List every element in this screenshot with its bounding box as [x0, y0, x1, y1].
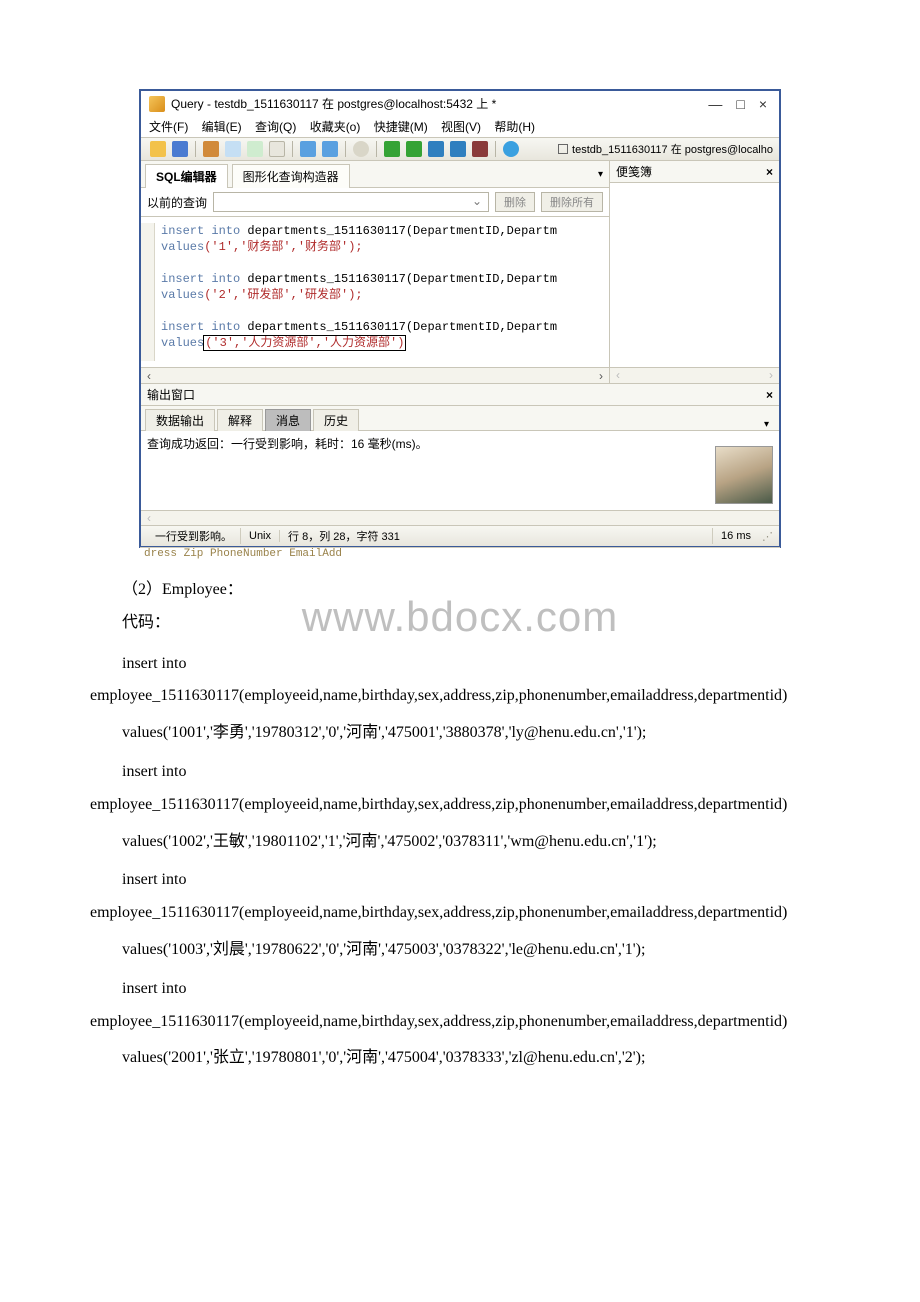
scratchpad-hscroll[interactable]: ‹›: [610, 367, 779, 383]
tab-explain[interactable]: 解释: [217, 409, 263, 431]
query-window: Query - testdb_1511630117 在 postgres@loc…: [140, 90, 780, 547]
menu-favorites[interactable]: 收藏夹(o): [310, 120, 361, 134]
document-body: www.bdocx.com （2）Employee： 代码： insert in…: [0, 560, 920, 1119]
output-tabs-dropdown-icon[interactable]: ▾: [758, 419, 775, 430]
explain-icon[interactable]: [428, 141, 444, 157]
paste-icon[interactable]: [247, 141, 263, 157]
find-icon[interactable]: [353, 141, 369, 157]
sql-editor[interactable]: insert into departments_1511630117(Depar…: [141, 217, 609, 367]
menu-view[interactable]: 视图(V): [441, 120, 481, 134]
tab-data-output[interactable]: 数据输出: [145, 409, 215, 431]
execute-icon[interactable]: [384, 141, 400, 157]
editor-tabs: SQL编辑器 图形化查询构造器 ▾: [141, 161, 609, 188]
avatar-image: [715, 446, 773, 504]
background-leak-text: dress Zip PhoneNumber EmailAdd: [140, 547, 780, 560]
copy-icon[interactable]: [225, 141, 241, 157]
sql-insert-1-cols: employee_1511630117(employeeid,name,birt…: [90, 684, 830, 709]
sql-insert-1-head: insert into: [90, 652, 830, 677]
previous-queries-label: 以前的查询: [147, 194, 207, 211]
section-employee-title: （2）Employee：: [90, 578, 830, 603]
scroll-left-icon[interactable]: ‹: [141, 369, 157, 383]
sql-insert-3-head: insert into: [90, 868, 830, 893]
tabs-dropdown-icon[interactable]: ▾: [592, 169, 609, 180]
menu-query[interactable]: 查询(Q): [255, 120, 296, 134]
menu-help[interactable]: 帮助(H): [494, 120, 535, 134]
cancel-icon[interactable]: [472, 141, 488, 157]
scroll-right-icon[interactable]: ›: [593, 369, 609, 383]
db-selector[interactable]: testdb_1511630117 在 postgres@localho: [558, 141, 773, 157]
output-hscroll[interactable]: ‹: [141, 511, 779, 525]
cut-icon[interactable]: [203, 141, 219, 157]
output-message: 查询成功返回：一行受到影响，耗时：16 毫秒(ms)。: [147, 437, 428, 451]
sql-insert-2-head: insert into: [90, 760, 830, 785]
menu-macros[interactable]: 快捷键(M): [374, 120, 428, 134]
delete-all-button[interactable]: 删除所有: [541, 192, 603, 212]
titlebar: Query - testdb_1511630117 在 postgres@loc…: [141, 91, 779, 116]
sql-insert-4-values: values('2001','张立','19780801','0','河南','…: [90, 1046, 830, 1071]
scratchpad-pane: 便笺簿 × ‹›: [609, 161, 779, 383]
editor-content: insert into departments_1511630117(Depar…: [155, 223, 557, 361]
output-tabs: 数据输出 解释 消息 历史 ▾: [141, 406, 779, 431]
delete-button[interactable]: 删除: [495, 192, 535, 212]
output-header: 输出窗口 ×: [141, 383, 779, 406]
previous-queries-row: 以前的查询 删除 删除所有: [141, 188, 609, 217]
maximize-button[interactable]: □: [736, 97, 744, 111]
scratchpad-close-icon[interactable]: ×: [766, 165, 773, 179]
menubar: 文件(F) 编辑(E) 查询(Q) 收藏夹(o) 快捷键(M) 视图(V) 帮助…: [141, 116, 779, 137]
sql-insert-1-values: values('1001','李勇','19780312','0','河南','…: [90, 721, 830, 746]
help-icon[interactable]: [503, 141, 519, 157]
scratchpad-body[interactable]: [610, 183, 779, 367]
output-close-icon[interactable]: ×: [766, 388, 773, 402]
status-position: 行 8，列 28，字符 331: [280, 528, 713, 544]
window-title: Query - testdb_1511630117 在 postgres@loc…: [171, 95, 708, 112]
db-checkbox-icon: [558, 144, 568, 154]
clear-icon[interactable]: [269, 141, 285, 157]
code-label: 代码：: [90, 611, 830, 636]
previous-queries-combo[interactable]: [213, 192, 489, 212]
close-button[interactable]: ×: [759, 97, 767, 111]
tab-messages[interactable]: 消息: [265, 409, 311, 431]
output-body: 查询成功返回：一行受到影响，耗时：16 毫秒(ms)。: [141, 431, 779, 511]
editor-hscroll[interactable]: ‹ ›: [141, 367, 609, 383]
resize-grip-icon[interactable]: ⋰: [759, 530, 773, 543]
open-icon[interactable]: [150, 141, 166, 157]
tab-graphical-builder[interactable]: 图形化查询构造器: [232, 164, 350, 188]
menu-file[interactable]: 文件(F): [149, 120, 188, 134]
toolbar: testdb_1511630117 在 postgres@localho: [141, 137, 779, 161]
tab-sql-editor[interactable]: SQL编辑器: [145, 164, 228, 188]
sql-insert-2-values: values('1002','王敏','19801102','1','河南','…: [90, 830, 830, 855]
sql-insert-4-cols: employee_1511630117(employeeid,name,birt…: [90, 1010, 830, 1035]
status-time: 16 ms: [713, 530, 759, 542]
status-affected: 一行受到影响。: [147, 528, 241, 544]
save-icon[interactable]: [172, 141, 188, 157]
db-path-label: testdb_1511630117 在 postgres@localho: [572, 141, 773, 157]
menu-edit[interactable]: 编辑(E): [202, 120, 242, 134]
app-icon: [149, 96, 165, 112]
statusbar: 一行受到影响。 Unix 行 8，列 28，字符 331 16 ms ⋰: [141, 525, 779, 546]
redo-icon[interactable]: [322, 141, 338, 157]
explain-analyze-icon[interactable]: [450, 141, 466, 157]
editor-gutter: [141, 223, 155, 361]
minimize-button[interactable]: —: [708, 97, 722, 111]
scratchpad-title: 便笺簿: [616, 163, 766, 180]
sql-insert-2-cols: employee_1511630117(employeeid,name,birt…: [90, 793, 830, 818]
tab-history[interactable]: 历史: [313, 409, 359, 431]
undo-icon[interactable]: [300, 141, 316, 157]
output-title: 输出窗口: [147, 386, 766, 403]
status-mode: Unix: [241, 530, 280, 542]
sql-insert-3-values: values('1003','刘晨','19780622','0','河南','…: [90, 938, 830, 963]
sql-insert-4-head: insert into: [90, 977, 830, 1002]
execute-pgscript-icon[interactable]: [406, 141, 422, 157]
sql-insert-3-cols: employee_1511630117(employeeid,name,birt…: [90, 901, 830, 926]
